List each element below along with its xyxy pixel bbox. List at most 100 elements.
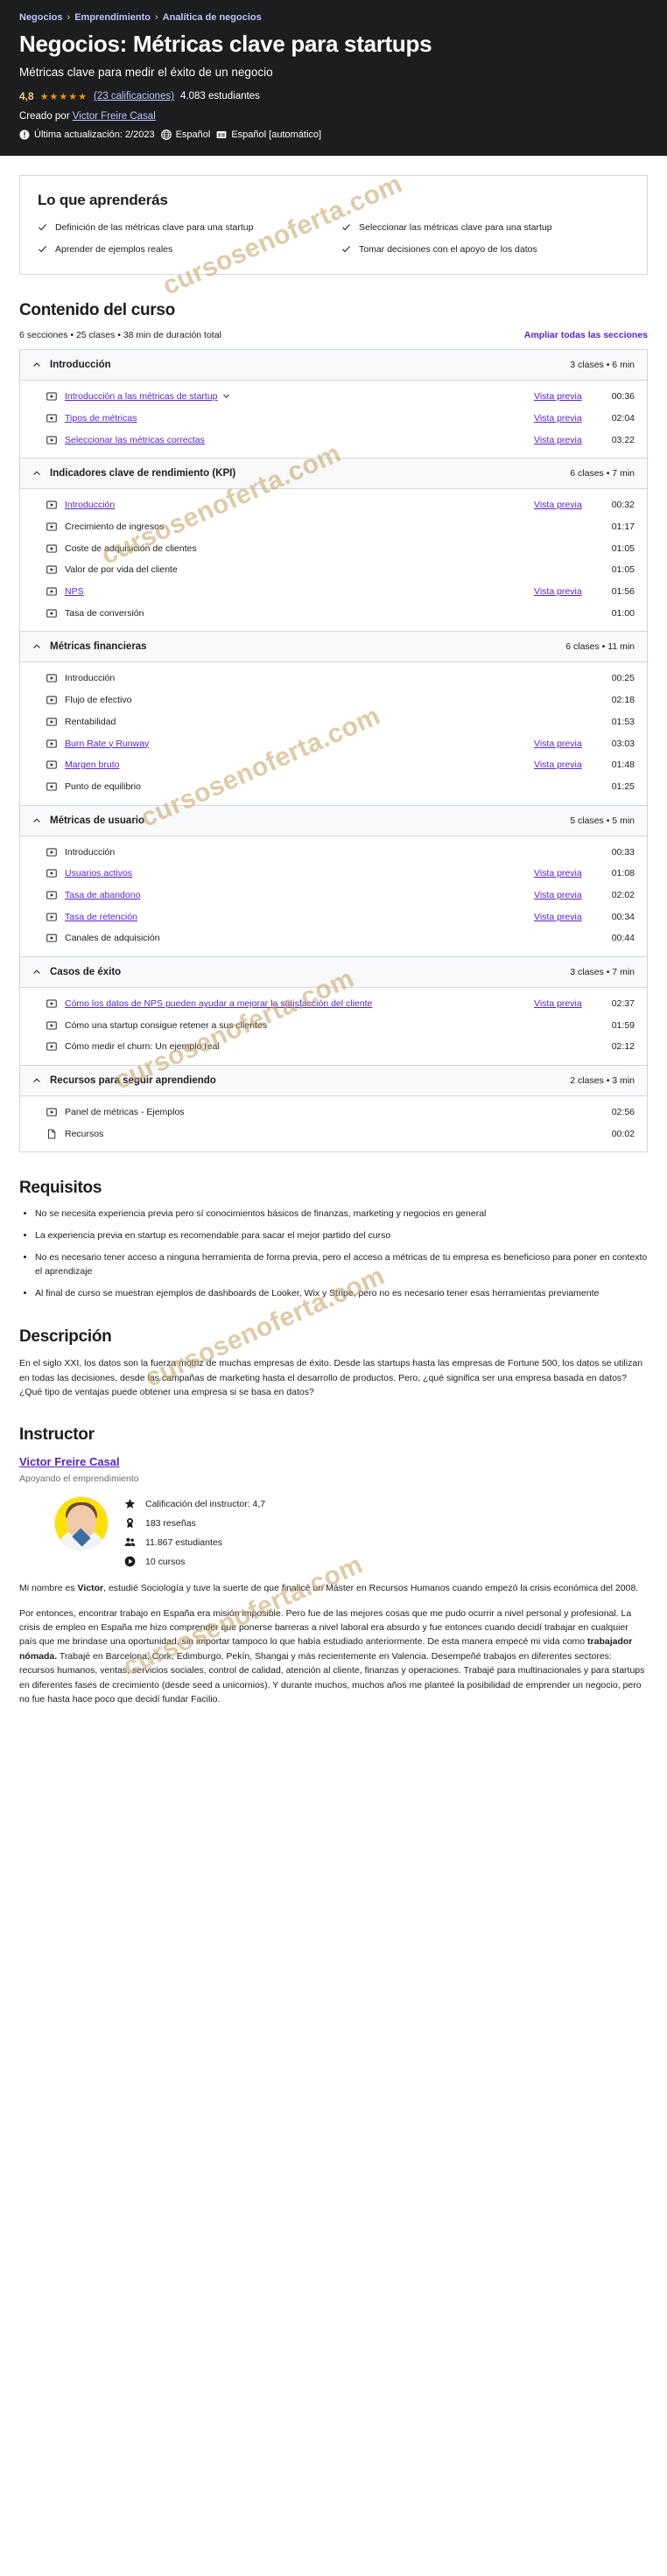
curriculum-lesson-row[interactable]: Punto de equilibrio 01:25 bbox=[20, 776, 647, 798]
curriculum-lesson-row[interactable]: Tasa de retención Vista previa 00:34 bbox=[20, 906, 647, 928]
curriculum-section-header[interactable]: Métricas de usuario 5 clases • 5 min bbox=[20, 805, 647, 836]
lesson-duration: 01:25 bbox=[611, 780, 635, 792]
ratings-count-link[interactable]: (23 calificaciones) bbox=[94, 91, 174, 102]
page-title: Negocios: Métricas clave para startups bbox=[19, 31, 432, 57]
curriculum-lesson-title[interactable]: NPS bbox=[65, 585, 526, 598]
curriculum-lesson-title[interactable]: Tasa de abandono bbox=[65, 889, 526, 902]
lesson-preview-link[interactable]: Vista previa bbox=[534, 585, 597, 598]
curriculum-lesson-row[interactable]: Introducción 00:33 bbox=[20, 842, 647, 864]
lesson-duration: 00:44 bbox=[611, 933, 635, 944]
curriculum-lesson-row[interactable]: Tipos de métricas Vista previa 02:04 bbox=[20, 408, 647, 430]
curriculum-lesson-title[interactable]: Tasa de retención bbox=[65, 911, 526, 924]
lesson-preview-link[interactable]: Vista previa bbox=[534, 499, 597, 512]
curriculum-lesson-row[interactable]: Cómo medir el churn: Un ejemplo real 02:1… bbox=[20, 1036, 647, 1058]
breadcrumb-item-0[interactable]: Negocios bbox=[19, 12, 63, 23]
author-link[interactable]: Victor Freire Casal bbox=[73, 111, 156, 122]
learn-item-label: Tomar decisiones con el apoyo de los dat… bbox=[359, 244, 537, 256]
curriculum-lesson-row[interactable]: Cómo una startup consigue retener a sus … bbox=[20, 1015, 647, 1037]
lesson-preview-link[interactable]: Vista previa bbox=[534, 998, 597, 1011]
curriculum-lesson-row[interactable]: Margen bruto Vista previa 01:48 bbox=[20, 754, 647, 776]
curriculum-lesson-title: Recursos bbox=[65, 1128, 104, 1139]
curriculum-section-header[interactable]: Introducción 3 clases • 6 min bbox=[20, 350, 647, 382]
video-icon bbox=[46, 500, 57, 510]
curriculum-lesson-title[interactable]: Seleccionar las métricas correctas bbox=[65, 434, 526, 447]
chevron-up-icon bbox=[32, 642, 41, 651]
curriculum-section-header[interactable]: Indicadores clave de rendimiento (KPI) 6 … bbox=[20, 458, 647, 490]
curriculum-lesson-row[interactable]: Cómo los datos de NPS pueden ayudar a me… bbox=[20, 993, 647, 1015]
closed-captions-icon bbox=[216, 130, 227, 140]
curriculum-lesson-row[interactable]: Panel de métricas - Ejemplos 02:56 bbox=[20, 1102, 647, 1124]
lesson-preview-link[interactable]: Vista previa bbox=[534, 390, 597, 403]
curriculum-lesson-title: Rentabilidad bbox=[65, 716, 116, 727]
requirements-heading: Requisitos bbox=[19, 1179, 102, 1198]
curriculum-heading: Contenido del curso bbox=[19, 301, 175, 320]
curriculum-lesson-list: Cómo los datos de NPS pueden ayudar a me… bbox=[20, 988, 647, 1067]
curriculum-section-header[interactable]: Recursos para seguir aprendiendo 2 clases… bbox=[20, 1066, 647, 1097]
expand-all-sections-link[interactable]: Ampliar todas las secciones bbox=[524, 330, 648, 340]
curriculum-lesson-title[interactable]: Usuarios activos bbox=[65, 867, 526, 880]
curriculum-lesson-row[interactable]: Burn Rate y Runway Vista previa 03:03 bbox=[20, 733, 647, 755]
language-meta: Español bbox=[160, 130, 210, 140]
curriculum-lesson-title[interactable]: Tipos de métricas bbox=[65, 412, 526, 425]
curriculum-lesson-title[interactable]: Introducción a las métricas de startup bbox=[65, 390, 526, 403]
lesson-preview-link[interactable]: Vista previa bbox=[534, 889, 597, 902]
document-icon bbox=[46, 1129, 57, 1139]
lesson-duration: 01:59 bbox=[611, 1019, 635, 1031]
curriculum-lesson-list: Panel de métricas - Ejemplos 02:56 Recurso… bbox=[20, 1096, 647, 1153]
learn-item: Tomar decisiones con el apoyo de los dat… bbox=[341, 243, 629, 256]
curriculum-lesson-row[interactable]: Introducción 00:25 bbox=[20, 668, 647, 690]
lesson-duration: 02:37 bbox=[611, 998, 635, 1009]
lesson-preview-link[interactable]: Vista previa bbox=[534, 738, 597, 751]
award-icon bbox=[124, 1517, 136, 1529]
instructor-profile: Calificación del instructor: 4,7 183 rese… bbox=[19, 1496, 648, 1567]
curriculum-lesson-title[interactable]: Burn Rate y Runway bbox=[65, 738, 526, 751]
curriculum-lesson-row[interactable]: Recursos 00:02 bbox=[20, 1124, 647, 1145]
curriculum-lesson-row[interactable]: Usuarios activos Vista previa 01:08 bbox=[20, 863, 647, 885]
curriculum-lesson-title[interactable]: Margen bruto bbox=[65, 759, 526, 772]
lesson-preview-link[interactable]: Vista previa bbox=[534, 867, 597, 880]
curriculum-lesson-row[interactable]: Coste de adquisición de clientes 01:05 bbox=[20, 538, 647, 560]
curriculum-lesson-row[interactable]: Tasa de conversión 01:00 bbox=[20, 603, 647, 625]
requirements-list: No se necesita experiencia previa pero s… bbox=[19, 1208, 648, 1301]
instructor-stat: 11.867 estudiantes bbox=[124, 1536, 265, 1548]
curriculum-lesson-row[interactable]: Tasa de abandono Vista previa 02:02 bbox=[20, 885, 647, 906]
instructor-stat-text: 183 reseñas bbox=[145, 1517, 196, 1529]
rating-value: 4,8 bbox=[19, 90, 34, 103]
captions-meta: Español [automático] bbox=[216, 130, 321, 140]
learn-item: Definición de las métricas clave para un… bbox=[38, 221, 326, 234]
curriculum-lesson-title: Valor de por vida del cliente bbox=[65, 564, 178, 576]
curriculum-lesson-row[interactable]: Rentabilidad 01:53 bbox=[20, 711, 647, 733]
instructor-name-link[interactable]: Victor Freire Casal bbox=[19, 1455, 120, 1468]
curriculum-lesson-row[interactable]: Introducción a las métricas de startup Vi… bbox=[20, 386, 647, 408]
check-icon bbox=[38, 244, 47, 254]
curriculum-lesson-title[interactable]: Introducción bbox=[65, 499, 526, 512]
curriculum-lesson-row[interactable]: Flujo de efectivo 02:18 bbox=[20, 690, 647, 711]
curriculum-lesson-title: Introducción bbox=[65, 673, 116, 684]
lesson-duration: 01:17 bbox=[611, 522, 635, 532]
lesson-preview-link[interactable]: Vista previa bbox=[534, 434, 597, 447]
breadcrumb-item-2[interactable]: Analítica de negocios bbox=[163, 12, 262, 23]
chevron-down-icon[interactable] bbox=[222, 392, 230, 400]
curriculum-lesson-row[interactable]: Introducción Vista previa 00:32 bbox=[20, 494, 647, 516]
curriculum-lesson-row[interactable]: Seleccionar las métricas correctas Vista … bbox=[20, 430, 647, 452]
breadcrumb-item-1[interactable]: Emprendimiento bbox=[74, 12, 151, 23]
curriculum-lesson-row[interactable]: Crecimiento de ingresos 01:17 bbox=[20, 516, 647, 538]
last-update-meta: Última actualización: 2/2023 bbox=[19, 130, 155, 140]
video-icon bbox=[46, 890, 57, 900]
curriculum-lesson-title: Cómo una startup consigue retener a sus … bbox=[65, 1019, 268, 1031]
lesson-preview-link[interactable]: Vista previa bbox=[534, 412, 597, 425]
curriculum-lesson-row[interactable]: Canales de adquisición 00:44 bbox=[20, 928, 647, 949]
curriculum-lesson-row[interactable]: Valor de por vida del cliente 01:05 bbox=[20, 559, 647, 581]
instructor-bio: Mi nombre es Victor, estudié Sociología … bbox=[19, 1581, 648, 1706]
curriculum-lesson-row[interactable]: NPS Vista previa 01:56 bbox=[20, 581, 647, 603]
lesson-duration: 00:33 bbox=[611, 846, 635, 858]
star-icon bbox=[124, 1498, 136, 1509]
lesson-preview-link[interactable]: Vista previa bbox=[534, 911, 597, 924]
lesson-duration: 00:36 bbox=[611, 391, 635, 402]
video-icon bbox=[46, 717, 57, 727]
curriculum-lesson-title[interactable]: Cómo los datos de NPS pueden ayudar a me… bbox=[65, 998, 526, 1011]
curriculum-section-header[interactable]: Casos de éxito 3 clases • 7 min bbox=[20, 957, 647, 988]
lesson-duration: 01:53 bbox=[611, 716, 635, 727]
curriculum-section-header[interactable]: Métricas financieras 6 clases • 11 min bbox=[20, 632, 647, 663]
lesson-preview-link[interactable]: Vista previa bbox=[534, 759, 597, 772]
